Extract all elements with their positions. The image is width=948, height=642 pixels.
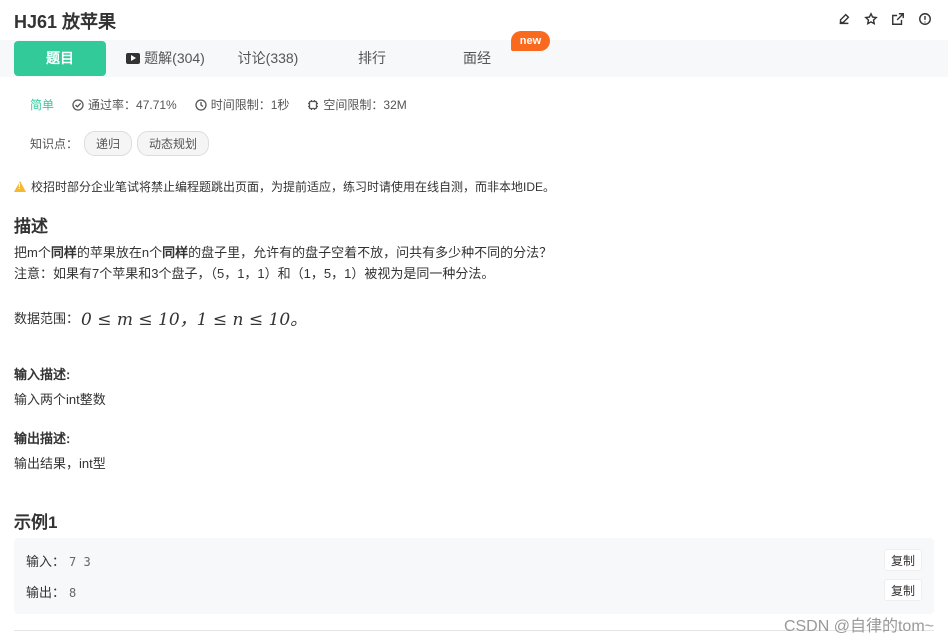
clock-icon (195, 98, 207, 111)
time-limit-text: 时间限制：1秒 (210, 98, 290, 112)
example-output-label: 输出： (26, 585, 66, 600)
space-limit-text: 空间限制：32M (323, 98, 407, 112)
output-desc-heading: 输出描述: (14, 431, 71, 446)
info-icon[interactable] (916, 10, 934, 28)
description-line-2: 注意：如果有7个苹果和3个盘子，（5，1，1）和（1，5，1）被视为是同一种分法… (14, 266, 495, 281)
example-input-value: 7 3 (69, 555, 91, 569)
problem-meta: 简单 通过率：47.71% 时间限制：1秒 空间限制：32M (30, 96, 425, 113)
edit-icon[interactable] (835, 10, 853, 28)
example-input-label: 输入： (26, 554, 66, 569)
example-input-row: 输入： 7 3 (26, 551, 91, 570)
problem-header: HJ61 放苹果 (0, 0, 948, 40)
tab-solutions-label: 题解(304) (144, 50, 205, 66)
copy-output-button[interactable]: 复制 (884, 579, 922, 601)
output-desc-text: 输出结果，int型 (14, 456, 106, 471)
check-circle-icon (72, 98, 84, 111)
pass-rate-text: 通过率：47.71% (88, 98, 177, 112)
tags-label: 知识点： (30, 137, 79, 151)
warning-icon (14, 181, 26, 192)
tab-ranking[interactable]: 排行 (348, 41, 396, 76)
range-label: 数据范围： (14, 311, 80, 326)
tab-bar: 题目 题解(304) 讨论(338) 排行 面经 (0, 40, 948, 77)
video-icon (126, 53, 141, 64)
tab-interview[interactable]: 面经 (453, 41, 501, 76)
input-desc-heading: 输入描述: (14, 367, 71, 382)
range-math: 0 ≤ m ≤ 10，1 ≤ n ≤ 10。 (81, 310, 308, 330)
space-limit: 空间限制：32M (307, 96, 407, 113)
pass-rate: 通过率：47.71% (72, 96, 177, 113)
example-box: 输入： 7 3 复制 输出： 8 复制 (14, 538, 934, 614)
tab-problem[interactable]: 题目 (14, 41, 106, 76)
tag-recursion[interactable]: 递归 (84, 131, 133, 156)
example-output-row: 输出： 8 (26, 582, 76, 601)
difficulty-label: 简单 (30, 98, 55, 112)
desc-text: 把m个 (14, 245, 51, 260)
warning-text: 校招时部分企业笔试将禁止编程题跳出页面，为提前适应，练习时请使用在线自测，而非本… (31, 180, 556, 194)
description-heading: 描述 (14, 217, 48, 236)
copy-input-button[interactable]: 复制 (884, 549, 922, 571)
desc-bold: 同样 (50, 245, 77, 260)
tab-solutions[interactable]: 题解(304) (118, 41, 213, 76)
warning-notice: 校招时部分企业笔试将禁止编程题跳出页面，为提前适应，练习时请使用在线自测，而非本… (14, 178, 555, 195)
desc-text: 的盘子里，允许有的盘子空着不放，问共有多少种不同的分法？ (188, 245, 553, 260)
example-output-value: 8 (69, 586, 77, 600)
data-range: 数据范围： 0 ≤ m ≤ 10，1 ≤ n ≤ 10。 (14, 305, 307, 330)
tag-dynamic-programming[interactable]: 动态规划 (137, 131, 210, 156)
chip-icon (308, 99, 319, 110)
time-limit: 时间限制：1秒 (195, 96, 290, 113)
example-heading: 示例1 (14, 513, 58, 532)
header-actions (835, 10, 934, 28)
input-desc-text: 输入两个int整数 (14, 392, 106, 407)
tab-discussion[interactable]: 讨论(338) (230, 41, 306, 76)
knowledge-tags: 知识点： 递归 动态规划 (30, 131, 214, 156)
new-badge: new (511, 31, 550, 51)
description-line-1: 把m个同样的苹果放在n个同样的盘子里，允许有的盘子空着不放，问共有多少种不同的分… (14, 243, 552, 263)
star-icon[interactable] (862, 10, 880, 28)
desc-text: 的苹果放在n个 (76, 245, 163, 260)
share-icon[interactable] (889, 10, 907, 28)
problem-title: HJ61 放苹果 (14, 12, 117, 32)
watermark: CSDN @自律的tom~ (783, 618, 934, 635)
desc-bold: 同样 (162, 245, 189, 260)
